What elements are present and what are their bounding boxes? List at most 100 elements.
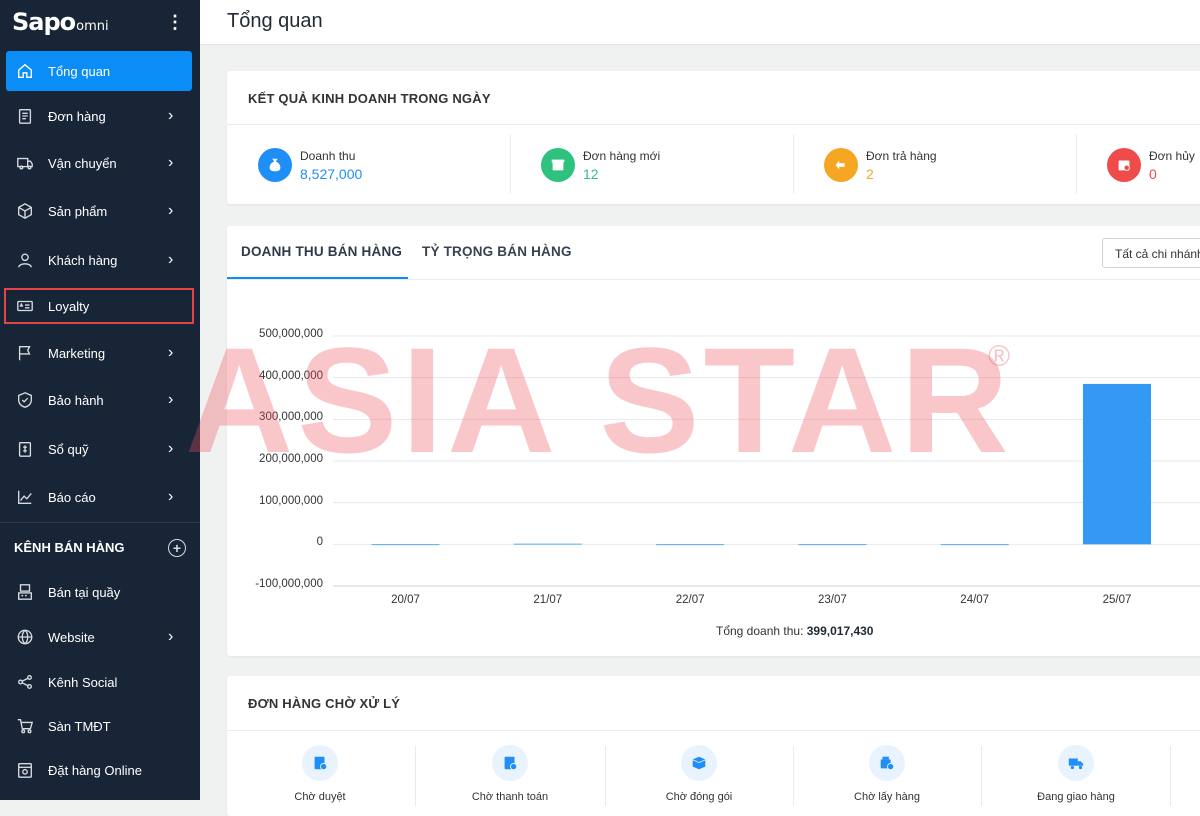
kpi-new-orders[interactable]: Đơn hàng mới 12	[541, 148, 660, 182]
x-tick-label: 24/07	[960, 594, 990, 606]
chevron-right-icon: ›	[168, 628, 174, 645]
pending-separator	[1170, 746, 1171, 806]
sidebar-item-marketing[interactable]: Marketing ›	[6, 333, 192, 373]
share-icon	[16, 673, 34, 691]
sidebar-item-overview[interactable]: Tổng quan	[6, 51, 192, 91]
pickup-box-icon	[869, 745, 905, 781]
kpi-separator	[1076, 134, 1077, 194]
sidebar-item-products[interactable]: Sản phẩm ›	[6, 191, 192, 231]
shield-icon	[16, 391, 34, 409]
logo-suffix: omni	[76, 19, 109, 34]
sidebar-item-label: Báo cáo	[48, 489, 96, 505]
cancel-order-icon	[1107, 148, 1141, 182]
home-icon	[16, 62, 34, 80]
sidebar-item-loyalty[interactable]: Loyalty	[4, 288, 194, 324]
sidebar-item-cashbook[interactable]: Sổ quỹ ›	[6, 429, 192, 469]
pending-label: Chờ duyệt	[294, 791, 346, 803]
kpi-revenue[interactable]: Doanh thu 8,527,000	[258, 148, 362, 182]
sidebar-item-label: Sổ quỹ	[48, 441, 89, 457]
sales-chart-card: DOANH THU BÁN HÀNG TỶ TRỌNG BÁN HÀNG Tất…	[227, 226, 1200, 656]
cashbook-icon	[16, 440, 34, 458]
registered-mark: ®	[988, 340, 1011, 373]
pending-awaiting-payment[interactable]: Chờ thanh toán	[415, 745, 605, 803]
sidebar-item-customers[interactable]: Khách hàng ›	[6, 240, 192, 280]
chevron-right-icon: ›	[168, 440, 174, 457]
chevron-right-icon: ›	[168, 107, 174, 124]
sidebar-item-online-order[interactable]: Đặt hàng Online	[6, 750, 192, 790]
kpi-value: 8,527,000	[300, 165, 363, 182]
kpi-cancelled[interactable]: Đơn hủy 0	[1107, 148, 1195, 182]
globe-icon	[16, 628, 34, 646]
return-order-icon	[824, 148, 858, 182]
pending-orders-title: ĐƠN HÀNG CHỜ XỬ LÝ	[248, 696, 401, 711]
sidebar-item-reports[interactable]: Báo cáo ›	[6, 477, 192, 517]
chevron-right-icon: ›	[168, 488, 174, 505]
pending-label: Chờ đóng gói	[665, 791, 733, 803]
online-order-icon	[16, 761, 34, 779]
kpi-value: 12	[583, 165, 599, 182]
chevron-right-icon: ›	[168, 344, 174, 361]
add-channel-icon[interactable]: +	[168, 538, 186, 557]
truck-icon	[16, 154, 34, 172]
sidebar-item-pos[interactable]: Bán tại quầy	[6, 572, 192, 612]
cart-icon	[16, 717, 34, 735]
sidebar-item-label: Tổng quan	[48, 63, 111, 79]
sapo-logo[interactable]: Sapoomni	[12, 8, 109, 36]
sidebar-item-website[interactable]: Website ›	[6, 617, 192, 657]
page-title: Tổng quan	[227, 10, 323, 32]
sidebar-item-label: Sàn TMĐT	[48, 718, 111, 734]
top-bar: Tổng quan	[200, 0, 1200, 45]
business-results-title: KẾT QUẢ KINH DOANH TRONG NGÀY	[248, 91, 491, 106]
sidebar-item-label: Bảo hành	[48, 392, 104, 408]
pending-delivering[interactable]: Đang giao hàng	[981, 745, 1171, 803]
sidebar: Sapoomni ⋮ Tổng quan Đơn hàng › Vận chuy…	[0, 0, 200, 800]
logo-text: Sapo	[12, 8, 76, 36]
total-revenue-label: Tổng doanh thu:	[716, 624, 804, 638]
new-order-icon	[541, 148, 575, 182]
divider	[227, 124, 1200, 125]
sidebar-item-label: Marketing	[48, 345, 106, 361]
total-revenue-value: 399,017,430	[806, 624, 874, 638]
clipboard-clock-icon	[302, 745, 338, 781]
chevron-right-icon: ›	[168, 251, 174, 268]
x-tick-label: 20/07	[391, 594, 420, 606]
pending-awaiting-packing[interactable]: Chờ đóng gói	[604, 745, 794, 803]
orders-icon	[16, 107, 34, 125]
sidebar-item-marketplace[interactable]: Sàn TMĐT	[6, 706, 192, 746]
more-vertical-icon[interactable]: ⋮	[162, 11, 188, 33]
user-icon	[16, 251, 34, 269]
divider	[227, 730, 1200, 731]
sidebar-item-social[interactable]: Kênh Social	[6, 662, 192, 702]
delivery-truck-icon	[1058, 745, 1094, 781]
kpi-label: Đơn trả hàng	[866, 148, 937, 163]
box-icon	[16, 202, 34, 220]
sidebar-item-shipping[interactable]: Vận chuyển ›	[6, 143, 192, 183]
flag-icon	[16, 344, 34, 362]
sidebar-item-label: Loyalty	[48, 298, 90, 314]
x-tick-label: 22/07	[675, 594, 705, 606]
x-tick-label: 23/07	[818, 594, 847, 606]
kpi-separator	[510, 134, 511, 194]
money-bag-icon	[258, 148, 292, 182]
sidebar-item-label: Khách hàng	[48, 252, 118, 268]
pending-awaiting-approval[interactable]: Chờ duyệt	[225, 745, 415, 803]
x-tick-label: 25/07	[1102, 594, 1132, 606]
sidebar-item-warranty[interactable]: Bảo hành ›	[6, 380, 192, 420]
kpi-label: Doanh thu	[300, 148, 356, 163]
pending-orders-card: ĐƠN HÀNG CHỜ XỬ LÝ Chờ duyệt Chờ thanh t…	[227, 676, 1200, 816]
sidebar-item-label: Đặt hàng Online	[48, 762, 142, 778]
kpi-value: 2	[866, 165, 874, 182]
sales-channels-header: KÊNH BÁN HÀNG +	[0, 522, 200, 572]
logo-row: Sapoomni ⋮	[0, 0, 200, 44]
business-results-card: KẾT QUẢ KINH DOANH TRONG NGÀY Doanh thu …	[227, 71, 1200, 204]
loyalty-card-icon	[16, 297, 34, 315]
chevron-right-icon: ›	[168, 391, 174, 408]
sidebar-item-orders[interactable]: Đơn hàng ›	[6, 96, 192, 136]
x-axis-labels: 20/07 21/07 22/07 23/07 24/07 25/07	[227, 226, 1200, 656]
sidebar-item-label: Bán tại quầy	[48, 584, 121, 600]
chart-icon	[16, 488, 34, 506]
pos-icon	[16, 583, 34, 601]
pending-awaiting-pickup[interactable]: Chờ lấy hàng	[792, 745, 982, 803]
kpi-label: Đơn hủy	[1149, 148, 1195, 163]
kpi-returns[interactable]: Đơn trả hàng 2	[824, 148, 937, 182]
